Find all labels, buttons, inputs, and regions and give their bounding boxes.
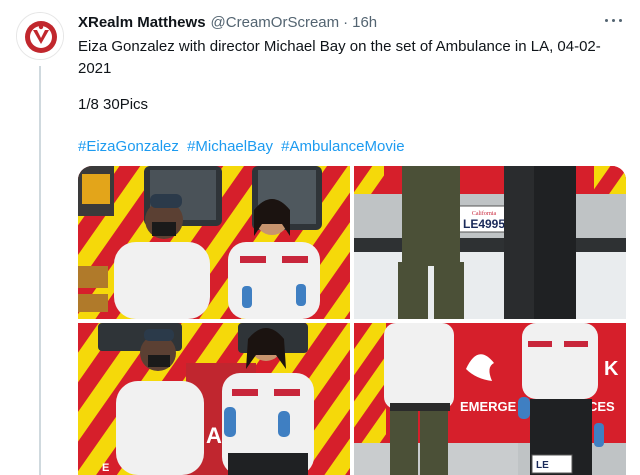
- tweet-time[interactable]: 16h: [352, 14, 377, 31]
- hashtag-ambulancemovie[interactable]: #AmbulanceMovie: [281, 138, 404, 155]
- side-text-e: E: [102, 462, 109, 474]
- photo-2[interactable]: California LE4995: [354, 166, 626, 319]
- more-icon-dot-3: [619, 19, 622, 22]
- photo-3-image: A E: [78, 323, 350, 475]
- avatar[interactable]: [16, 12, 64, 60]
- more-button[interactable]: [602, 10, 626, 30]
- photo-1-image: [78, 166, 350, 319]
- tweet[interactable]: XRealm Matthews @CreamOrScream · 16h Eiz…: [0, 0, 640, 475]
- author-handle[interactable]: @CreamOrScream: [211, 14, 340, 31]
- hashtag-eizagonzalez[interactable]: #EizaGonzalez: [78, 138, 179, 155]
- hashtags: #EizaGonzalez #MichaelBay #AmbulanceMovi…: [78, 136, 409, 158]
- tweet-header: XRealm Matthews @CreamOrScream · 16h: [78, 12, 377, 32]
- hashtag-michaelbay[interactable]: #MichaelBay: [187, 138, 273, 155]
- photo-1[interactable]: [78, 166, 350, 319]
- side-text-ces: CES: [588, 399, 615, 414]
- avatar-logo-icon: [17, 13, 63, 59]
- tweet-count-line: 1/8 30Pics: [78, 96, 149, 113]
- tweet-text-line: Eiza Gonzalez with director Michael Bay …: [78, 38, 601, 77]
- photo-3[interactable]: A E: [78, 323, 350, 475]
- photo-2-image: California LE4995: [354, 166, 626, 319]
- side-text-emerge: EMERGE: [460, 399, 517, 414]
- side-text-a: A: [206, 423, 222, 448]
- more-icon-dot-2: [612, 19, 615, 22]
- tweet-text: Eiza Gonzalez with director Michael Bay …: [78, 36, 623, 80]
- side-text-k: K: [604, 358, 619, 380]
- plate-fragment: LE: [536, 460, 549, 471]
- author-name[interactable]: XRealm Matthews: [78, 14, 206, 31]
- plate-text: LE4995: [463, 217, 505, 231]
- thread-line: [39, 66, 41, 475]
- plate-state-text: California: [472, 210, 497, 217]
- photo-4[interactable]: K EMERGE CES LE: [354, 323, 626, 475]
- media-grid: California LE4995 A E K EMERGE CES LE: [78, 166, 626, 475]
- separator-dot: ·: [343, 13, 349, 31]
- more-icon: [605, 19, 608, 22]
- photo-4-image: K EMERGE CES LE: [354, 323, 626, 475]
